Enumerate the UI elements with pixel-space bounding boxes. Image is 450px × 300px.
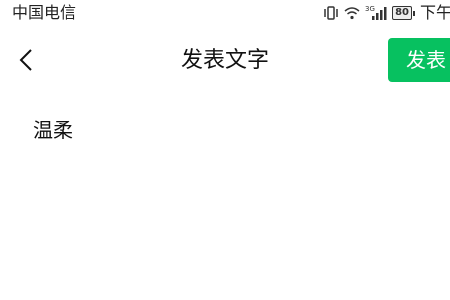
signal-icon: 3G — [365, 5, 387, 21]
page-title: 发表文字 — [180, 48, 269, 73]
battery-level: 80 — [392, 6, 412, 20]
post-text-content[interactable]: 温柔 — [33, 116, 73, 144]
network-type-label: 3G — [365, 5, 375, 13]
screen: 中国电信 3G 80 下午 发表文字 发表 温柔 — [0, 0, 450, 300]
carrier-name: 中国电信 — [12, 3, 77, 22]
wifi-icon — [344, 6, 360, 20]
clock: 下午 — [420, 3, 450, 22]
vibrate-icon — [323, 6, 339, 20]
battery-icon: 80 — [392, 6, 415, 20]
publish-button[interactable]: 发表 — [388, 38, 450, 82]
battery-tip — [413, 10, 415, 16]
status-icons: 3G 80 下午 — [323, 3, 450, 23]
status-bar: 中国电信 3G 80 下午 — [0, 0, 450, 26]
title-bar: 发表文字 发表 — [0, 38, 450, 82]
